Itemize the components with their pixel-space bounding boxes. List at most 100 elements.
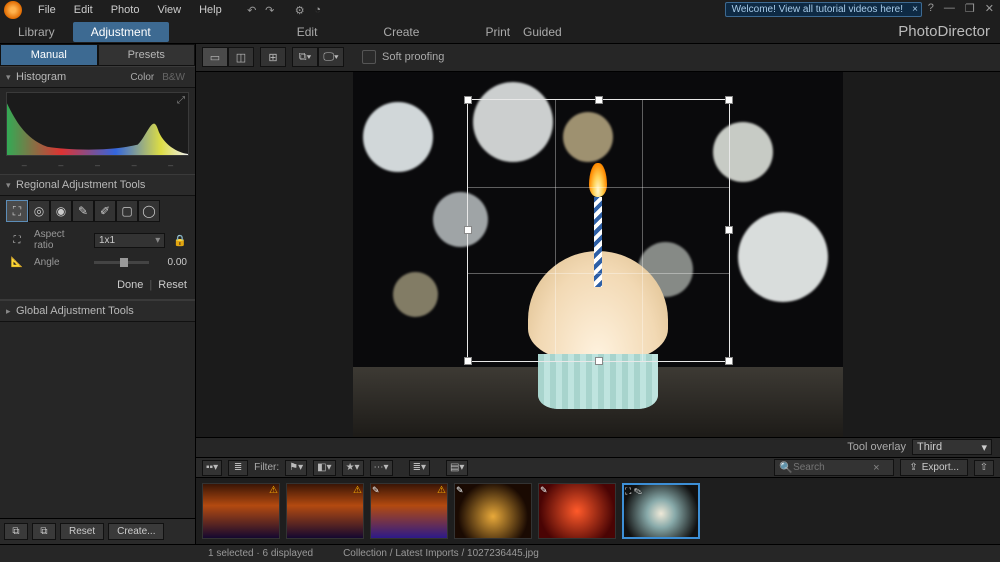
histogram-display: ⤢ xyxy=(6,92,189,156)
sort-icon[interactable]: ≣▾ xyxy=(409,460,430,476)
filter-more-icon[interactable]: ⋯▾ xyxy=(370,460,393,476)
expand-icon[interactable]: ⤢ xyxy=(177,95,185,106)
settings-icon[interactable]: ⚙ xyxy=(292,2,308,18)
brand-label: PhotoDirector xyxy=(898,23,990,40)
histogram-color-toggle[interactable]: Color xyxy=(126,72,158,83)
share-icon[interactable]: ⇧ xyxy=(974,460,994,476)
crop-handle-bl[interactable] xyxy=(464,357,472,365)
gradient-tool-icon[interactable]: ▢ xyxy=(116,200,138,222)
brush-tool-icon[interactable]: ✎ xyxy=(72,200,94,222)
edit-badge-icon: ⛶ ✎ xyxy=(625,486,642,497)
create-preset-button[interactable]: Create... xyxy=(108,523,164,540)
crop-handle-tr[interactable] xyxy=(725,96,733,104)
warning-icon: ⚠ xyxy=(437,485,446,496)
menu-help[interactable]: Help xyxy=(191,2,230,18)
radial-tool-icon[interactable]: ◯ xyxy=(138,200,160,222)
help-icon[interactable]: ? xyxy=(926,2,936,15)
soft-proofing-label: Soft proofing xyxy=(382,51,444,63)
image-canvas[interactable] xyxy=(196,72,1000,437)
histogram-bw-toggle[interactable]: B&W xyxy=(158,72,189,83)
filter-label-icon[interactable]: ◧▾ xyxy=(313,460,335,476)
done-button[interactable]: Done xyxy=(117,279,143,291)
section-regional[interactable]: ▾ Regional Adjustment Tools xyxy=(0,174,195,196)
thumb-2[interactable]: ⚠ xyxy=(286,483,364,539)
histogram-title: Histogram xyxy=(16,71,66,83)
stack-icon[interactable]: ▤▾ xyxy=(446,460,468,476)
redo-icon[interactable]: ↷ xyxy=(262,2,278,18)
crop-handle-b[interactable] xyxy=(595,357,603,365)
thumb-4[interactable]: ✎ xyxy=(454,483,532,539)
edit-badge-icon: ✎ xyxy=(372,485,380,496)
view-grid-icon[interactable]: ⊞ xyxy=(260,47,286,67)
film-view2-icon[interactable]: ≣ xyxy=(228,460,248,476)
filter-rating-icon[interactable]: ★▾ xyxy=(342,460,364,476)
welcome-banner[interactable]: Welcome! View all tutorial videos here! … xyxy=(725,2,922,17)
chevron-down-icon: ▾ xyxy=(6,72,16,83)
angle-label: Angle xyxy=(34,257,86,268)
module-edit[interactable]: Edit xyxy=(279,22,336,42)
module-guided[interactable]: Guided xyxy=(505,22,580,42)
thumb-1[interactable]: ⚠ xyxy=(202,483,280,539)
crop-tool-icon[interactable]: ⛶ xyxy=(6,200,28,222)
paste-settings-icon[interactable]: ⧉ xyxy=(32,523,56,540)
cloud-icon[interactable]: ◔ xyxy=(310,2,326,18)
chevron-down-icon: ▾ xyxy=(6,180,16,191)
thumb-6[interactable]: ⛶ ✎ xyxy=(622,483,700,539)
minimize-icon[interactable]: — xyxy=(942,2,957,15)
crop-handle-br[interactable] xyxy=(725,357,733,365)
edit-badge-icon: ✎ xyxy=(540,485,548,496)
warning-icon: ⚠ xyxy=(269,485,278,496)
redeye-tool-icon[interactable]: ◉ xyxy=(50,200,72,222)
reset-button[interactable]: Reset xyxy=(158,279,187,291)
select-tool-icon[interactable]: ✐ xyxy=(94,200,116,222)
view-compare-icon[interactable]: ◫ xyxy=(228,47,254,67)
module-adjustment[interactable]: Adjustment xyxy=(73,22,169,42)
chevron-right-icon: ▸ xyxy=(6,306,16,317)
crop-handle-l[interactable] xyxy=(464,226,472,234)
maximize-icon[interactable]: ❐ xyxy=(963,2,977,15)
menu-photo[interactable]: Photo xyxy=(103,2,148,18)
export-button[interactable]: ⇪ Export... xyxy=(900,459,968,476)
soft-proofing-checkbox[interactable] xyxy=(362,50,376,64)
reset-all-button[interactable]: Reset xyxy=(60,523,104,540)
module-create[interactable]: Create xyxy=(365,22,437,42)
search-input[interactable] xyxy=(793,462,873,473)
section-global[interactable]: ▸ Global Adjustment Tools xyxy=(0,300,195,322)
menu-view[interactable]: View xyxy=(149,2,189,18)
filter-flag-icon[interactable]: ⚑▾ xyxy=(285,460,307,476)
crop-handle-t[interactable] xyxy=(595,96,603,104)
tool-overlay-row: Tool overlay Third xyxy=(196,437,1000,457)
tab-presets[interactable]: Presets xyxy=(98,44,196,66)
aspect-ratio-select[interactable]: 1x1 xyxy=(94,233,165,248)
view-single-icon[interactable]: ▭ xyxy=(202,47,228,67)
crop-handle-tl[interactable] xyxy=(464,96,472,104)
menu-edit[interactable]: Edit xyxy=(66,2,101,18)
clear-search-icon[interactable]: × xyxy=(873,462,879,474)
undo-icon[interactable]: ↶ xyxy=(244,2,260,18)
left-panel: Manual Presets ▾ Histogram Color B&W ⤢ –… xyxy=(0,44,196,544)
lock-icon[interactable]: 🔒 xyxy=(173,234,187,247)
filmstrip: ⚠ ⚠ ✎⚠ ✎ ✎ ⛶ ✎ xyxy=(196,477,1000,544)
warning-icon: ⚠ xyxy=(353,485,362,496)
crop-handle-r[interactable] xyxy=(725,226,733,234)
module-library[interactable]: Library xyxy=(0,22,73,42)
thumb-3[interactable]: ✎⚠ xyxy=(370,483,448,539)
search-box[interactable]: 🔍 × xyxy=(774,459,894,476)
straighten-icon: 📐 xyxy=(8,257,26,268)
copy-settings-icon[interactable]: ⧉ xyxy=(4,523,28,540)
close-banner-icon[interactable]: × xyxy=(912,4,918,15)
crop-overlay[interactable] xyxy=(467,99,730,362)
section-histogram[interactable]: ▾ Histogram Color B&W xyxy=(0,66,195,88)
tool-overlay-select[interactable]: Third xyxy=(912,439,992,455)
close-window-icon[interactable]: ✕ xyxy=(983,2,996,15)
view-mirror-icon[interactable]: ⧉▾ xyxy=(292,47,318,67)
filmstrip-toolbar: ▪▪▾ ≣ Filter: ⚑▾ ◧▾ ★▾ ⋯▾ ≣▾ ▤▾ 🔍 × ⇪ Ex… xyxy=(196,457,1000,477)
spot-tool-icon[interactable]: ◎ xyxy=(28,200,50,222)
window-controls: ? — ❐ ✕ xyxy=(926,2,996,15)
film-view1-icon[interactable]: ▪▪▾ xyxy=(202,460,222,476)
view-secondary-icon[interactable]: 🖵▾ xyxy=(318,47,344,67)
angle-slider[interactable] xyxy=(94,261,149,264)
tab-manual[interactable]: Manual xyxy=(0,44,98,66)
menu-file[interactable]: File xyxy=(30,2,64,18)
thumb-5[interactable]: ✎ xyxy=(538,483,616,539)
